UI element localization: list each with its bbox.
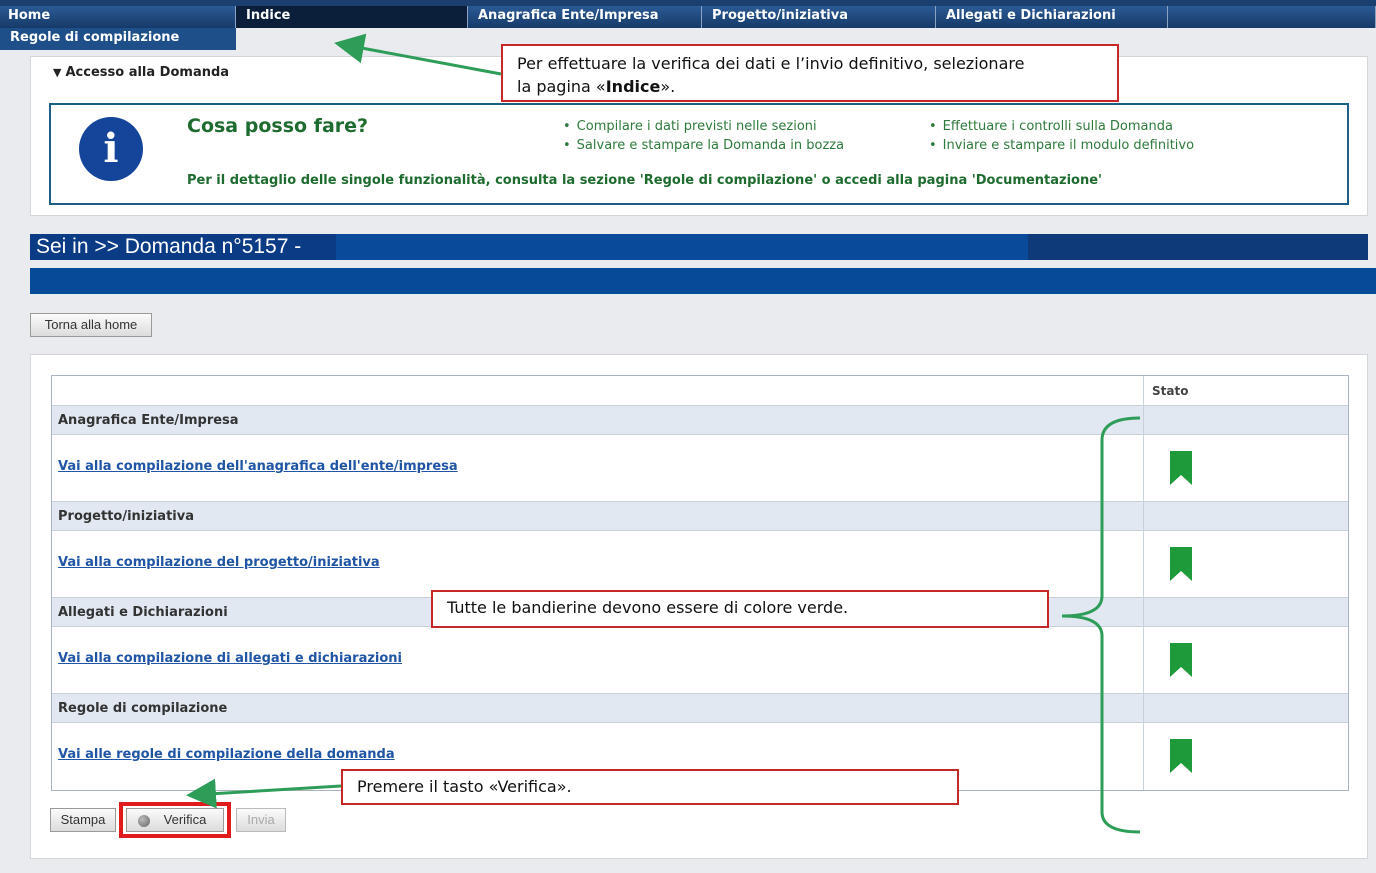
info-icon: i (79, 117, 143, 181)
section-row: Anagrafica Ente/Impresa (52, 406, 1348, 435)
callout-indice-line1: Per effettuare la verifica dei dati e l’… (517, 54, 1025, 73)
green-flag-icon (1170, 739, 1192, 773)
triangle-down-icon: ▼ (53, 66, 62, 79)
section-title: Progetto/iniziativa (52, 502, 1144, 530)
green-flag-icon (1170, 643, 1192, 677)
link-progetto[interactable]: Vai alla compilazione del progetto/inizi… (58, 555, 380, 570)
link-allegati[interactable]: Vai alla compilazione di allegati e dich… (58, 651, 402, 666)
accesso-title: Accesso alla Domanda (65, 65, 230, 80)
link-regole[interactable]: Vai alle regole di compilazione della do… (58, 747, 395, 762)
top-navigation: Home Indice Anagrafica Ente/Impresa Prog… (0, 0, 1376, 28)
table-row: Vai alla compilazione del progetto/inizi… (52, 531, 1348, 598)
section-title: Anagrafica Ente/Impresa (52, 406, 1144, 434)
sections-table: Stato Anagrafica Ente/Impresa Vai alla c… (51, 375, 1349, 791)
tab-progetto[interactable]: Progetto/iniziativa (702, 6, 936, 28)
breadcrumb-band (336, 234, 1028, 260)
verifica-highlight (119, 802, 231, 838)
accesso-toggle[interactable]: ▼ Accesso alla Domanda (53, 65, 229, 80)
green-flag-icon (1170, 451, 1192, 485)
bullet-item: Compilare i dati previsti nelle sezioni (563, 117, 844, 136)
table-row: Vai alla compilazione di allegati e dich… (52, 627, 1348, 694)
breadcrumb-text: Sei in >> Domanda n°5157 - (30, 234, 336, 260)
tab-allegati[interactable]: Allegati e Dichiarazioni (936, 6, 1168, 28)
stato-header: Stato (1152, 384, 1189, 398)
callout-indice-line2: la pagina «Indice». (517, 77, 676, 96)
bullet-list-left: Compilare i dati previsti nelle sezioni … (563, 117, 844, 155)
breadcrumb: Sei in >> Domanda n°5157 - (30, 234, 1368, 260)
callout-flags: Tutte le bandierine devono essere di col… (431, 590, 1049, 628)
info-title: Cosa posso fare? (187, 115, 369, 137)
link-anagrafica[interactable]: Vai alla compilazione dell'anagrafica de… (58, 459, 458, 474)
bullet-item: Salvare e stampare la Domanda in bozza (563, 136, 844, 155)
tab-home[interactable]: Home (0, 6, 236, 28)
green-flag-icon (1170, 547, 1192, 581)
section-title: Regole di compilazione (52, 694, 1144, 722)
section-row: Regole di compilazione (52, 694, 1348, 723)
table-row: Vai alla compilazione dell'anagrafica de… (52, 435, 1348, 502)
tab-regole-compilazione[interactable]: Regole di compilazione (0, 28, 236, 50)
title-bar (30, 268, 1376, 294)
tab-anagrafica[interactable]: Anagrafica Ente/Impresa (468, 6, 702, 28)
tab-empty (1168, 6, 1376, 28)
torna-home-button[interactable]: Torna alla home (30, 313, 152, 337)
callout-indice: Per effettuare la verifica dei dati e l’… (501, 44, 1119, 102)
table-header: Stato (52, 376, 1348, 406)
stampa-button[interactable]: Stampa (50, 808, 116, 832)
section-row: Progetto/iniziativa (52, 502, 1348, 531)
info-detail: Per il dettaglio delle singole funzional… (187, 173, 1103, 188)
bullet-item: Effettuare i controlli sulla Domanda (929, 117, 1194, 136)
info-box: i Cosa posso fare? Compilare i dati prev… (49, 103, 1349, 205)
tab-indice[interactable]: Indice (236, 6, 468, 28)
callout-verifica: Premere il tasto «Verifica». (341, 769, 959, 805)
invia-button[interactable]: Invia (236, 808, 286, 832)
bullet-list-right: Effettuare i controlli sulla Domanda Inv… (929, 117, 1194, 155)
bullet-item: Inviare e stampare il modulo definitivo (929, 136, 1194, 155)
